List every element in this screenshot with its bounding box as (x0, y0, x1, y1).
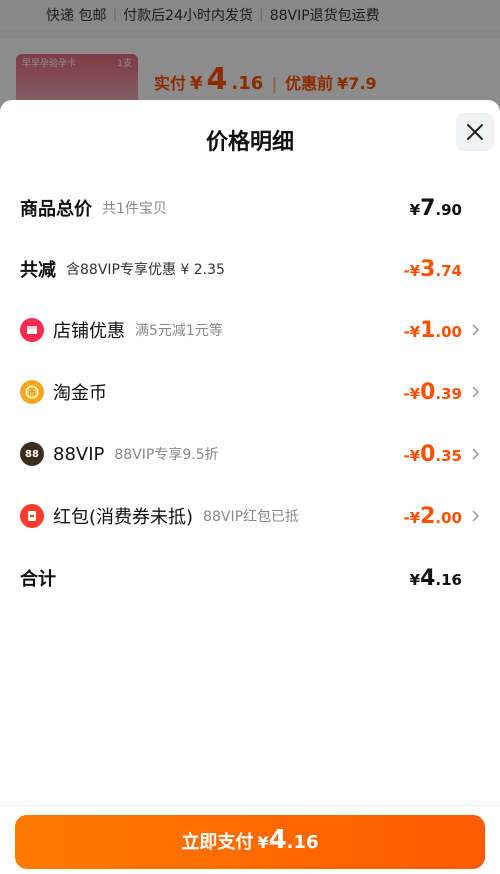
red-envelope-row[interactable]: 红包(消费券未抵) 88VIP红包已抵 -¥ 2.00 (20, 496, 480, 536)
chevron-right-icon (466, 324, 480, 336)
total-label: 合计 (20, 569, 56, 590)
pay-now-button[interactable]: 立即支付 ¥4.16 (15, 815, 485, 869)
sheet-title: 价格明细 (205, 130, 294, 155)
total-row: 合计 ¥4.16 (20, 558, 480, 598)
price-detail-sheet: 价格明细 商品总价 共1件宝贝 ¥7.90 共减 含88VIP专享优惠 ¥ 2.… (0, 100, 500, 874)
vip-amount: -¥ 0.35 (403, 441, 462, 467)
red-envelope-amount: -¥ 2.00 (403, 503, 462, 529)
chevron-right-icon (466, 386, 480, 398)
chevron-right-icon (466, 448, 480, 460)
red-envelope-label: 红包(消费券未抵) (53, 507, 194, 528)
bottom-pay-bar: 立即支付 ¥4.16 (0, 805, 500, 874)
reduction-label: 共减 (20, 260, 56, 281)
reduction-desc: 含88VIP专享优惠 ¥ 2.35 (66, 262, 225, 278)
gold-coin-row[interactable]: 币 淘金币 -¥ 0.39 (20, 372, 480, 412)
reduction-row: 共减 含88VIP专享优惠 ¥ 2.35 -¥ 3.74 (20, 249, 480, 289)
chevron-right-icon (466, 510, 480, 522)
vip-row[interactable]: 88 88VIP 88VIP专享9.5折 -¥ 0.35 (20, 434, 480, 474)
red-envelope-desc: 88VIP红包已抵 (203, 509, 300, 525)
pay-now-label: 立即支付 (181, 832, 254, 853)
red-envelope-icon (20, 504, 44, 528)
shop-coupon-icon (20, 318, 44, 342)
gold-coin-label: 淘金币 (53, 383, 107, 404)
subtotal-label: 商品总价 (20, 199, 92, 220)
subtotal-row: 商品总价 共1件宝贝 ¥7.90 (20, 188, 480, 228)
close-icon (467, 124, 483, 140)
reduction-amount: -¥ 3.74 (403, 256, 462, 282)
subtotal-desc: 共1件宝贝 (102, 201, 167, 217)
vip-label: 88VIP (53, 443, 105, 465)
shop-discount-desc: 满5元减1元等 (135, 323, 223, 339)
shop-discount-label: 店铺优惠 (53, 321, 125, 342)
total-amount: ¥4.16 (409, 565, 462, 591)
shop-discount-row[interactable]: 店铺优惠 满5元减1元等 -¥ 1.00 (20, 310, 480, 350)
close-button[interactable] (456, 113, 494, 151)
shop-discount-amount: -¥ 1.00 (403, 317, 462, 343)
vip-badge-icon: 88 (20, 442, 44, 466)
subtotal-amount: ¥7.90 (409, 195, 462, 221)
vip-desc: 88VIP专享9.5折 (114, 447, 219, 463)
svg-text:币: 币 (28, 388, 36, 397)
gold-coin-icon: 币 (20, 380, 44, 404)
gold-coin-amount: -¥ 0.39 (403, 379, 462, 405)
